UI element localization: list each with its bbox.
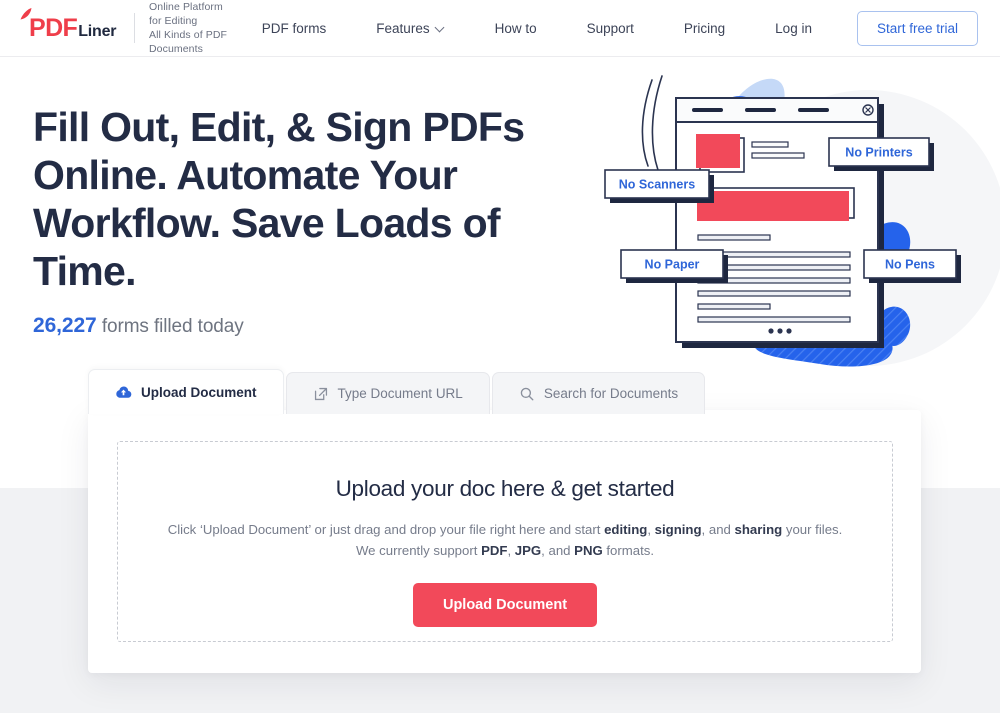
svg-text:No Printers: No Printers [845,146,912,160]
dropzone-description: Click ‘Upload Document’ or just drag and… [167,522,843,558]
logo-divider [134,13,135,43]
logo-text-pdf: PDF [29,13,78,42]
upload-method-tabs: Upload Document Type Document URL Search… [88,369,707,414]
hero-illustration: No Printers No Scanners No Paper No Pens [600,58,1000,370]
nav-item-how-to[interactable]: How to [495,13,537,44]
nav-label: Features [376,20,430,36]
logo-mark: PDF Liner [19,6,117,43]
logo-tagline: Online Platform for Editing All Kinds of… [149,0,237,56]
start-free-trial-button[interactable]: Start free trial [856,10,978,46]
nav-label: Pricing [683,20,726,36]
nav-item-features[interactable]: Features [376,13,444,44]
tab-search-for-documents[interactable]: Search for Documents [491,372,706,414]
illustration-label-no-printers: No Printers [828,137,934,171]
nav-label: Support [586,20,634,36]
search-icon [520,387,534,400]
external-link-icon [314,387,327,400]
nav-label: How to [494,20,537,36]
nav-item-log-in[interactable]: Log in [775,13,812,44]
cloud-upload-icon [116,385,132,398]
page-title: Fill Out, Edit, & Sign PDFs Online. Auto… [33,104,525,294]
nav-label: Log in [775,20,812,36]
page-root: PDF Liner Online Platform for Editing Al… [0,0,1000,713]
chevron-down-icon [436,23,445,32]
upload-card: Upload your doc here & get started Click… [88,410,921,673]
illustration-label-no-pens: No Pens [863,249,961,283]
tab-type-document-url[interactable]: Type Document URL [285,372,490,414]
counter-label: forms filled today [101,316,244,337]
file-dropzone[interactable]: Upload your doc here & get started Click… [117,441,893,642]
nav-item-support[interactable]: Support [587,13,634,44]
illustration-label-no-scanners: No Scanners [604,169,714,203]
nav-item-pdf-forms[interactable]: PDF forms [262,13,327,44]
counter-value: 26,227 [33,314,97,337]
svg-text:No Scanners: No Scanners [619,178,695,192]
tab-label: Type Document URL [337,386,463,401]
logo[interactable]: PDF Liner Online Platform for Editing Al… [19,0,237,56]
tab-label: Search for Documents [543,386,679,401]
illustration-label-no-paper: No Paper [620,249,728,283]
site-header: PDF Liner Online Platform for Editing Al… [0,0,1000,57]
tab-label: Upload Document [141,384,257,400]
logo-text-liner: Liner [78,22,117,40]
forms-filled-counter: 26,227 forms filled today [33,314,244,338]
svg-text:No Paper: No Paper [645,258,700,272]
tagline-line-1: Online Platform for Editing [148,1,223,27]
main-navigation: PDF forms Features How to Support Pricin… [237,10,978,46]
tab-upload-document[interactable]: Upload Document [88,369,284,414]
nav-item-pricing[interactable]: Pricing [684,13,725,44]
dropzone-title: Upload your doc here & get started [335,476,675,501]
tagline-line-2: All Kinds of PDF Documents [148,29,228,55]
upload-document-button[interactable]: Upload Document [412,583,598,627]
nav-label: PDF forms [261,20,327,36]
svg-text:No Pens: No Pens [885,258,935,272]
